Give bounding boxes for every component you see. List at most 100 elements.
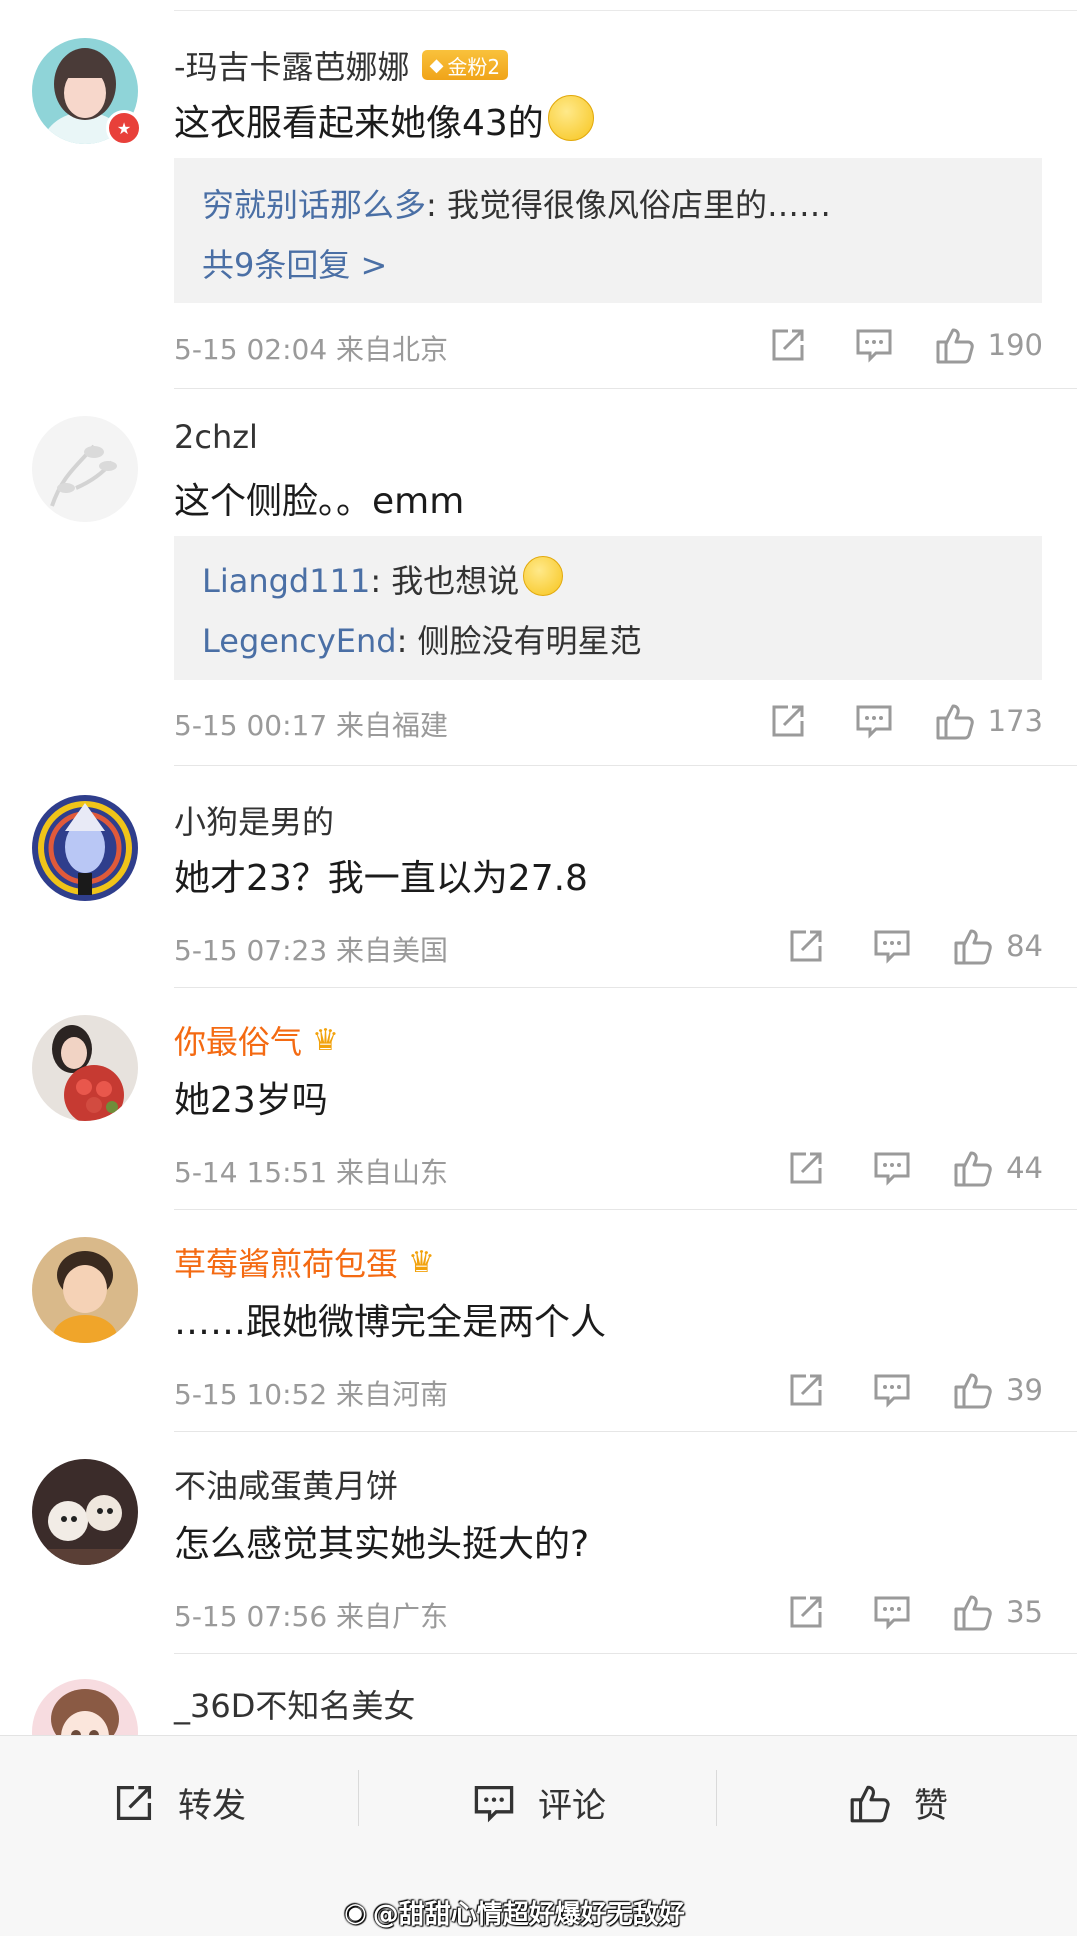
comment-button[interactable] xyxy=(872,1370,912,1410)
like-button[interactable]: 84 xyxy=(952,925,1043,967)
comment-divider xyxy=(174,1209,1077,1210)
repost-button[interactable] xyxy=(786,1370,826,1410)
comment-actions: 173 xyxy=(768,700,1043,742)
repost-button[interactable] xyxy=(786,1592,826,1632)
reply-user-link[interactable]: 穷就别话那么多 xyxy=(202,186,426,224)
comment-list[interactable]: ★ -玛吉卡露芭娜娜 ◆ 金粉2 这衣服看起来她像43的 穷就别话那么多: 我觉得… xyxy=(0,0,1077,1735)
comment-meta: 5-15 07:23 来自美国 xyxy=(174,929,448,969)
repost-button[interactable] xyxy=(768,701,808,741)
commenter-name-text: 你最俗气 xyxy=(174,1023,303,1061)
commenter-name[interactable]: 不油咸蛋黄月饼 xyxy=(174,1461,398,1507)
reply-item[interactable]: 穷就别话那么多: 我觉得很像风俗店里的…… xyxy=(202,180,831,226)
comment-icon xyxy=(856,705,892,739)
share-icon xyxy=(116,1785,152,1820)
avatar[interactable] xyxy=(32,1237,138,1343)
thumbs-up-icon xyxy=(954,929,992,965)
comment-icon xyxy=(874,1596,910,1630)
comment-button[interactable] xyxy=(872,1148,912,1188)
like-button[interactable]: 173 xyxy=(934,700,1043,742)
more-replies-link[interactable]: 共9条回复 > xyxy=(202,240,387,286)
reply-text: : 侧脸没有明星范 xyxy=(396,622,642,660)
repost-button[interactable] xyxy=(786,1148,826,1188)
commenter-name-text: -玛吉卡露芭娜娜 xyxy=(174,48,410,86)
comment-meta: 5-15 02:04 来自北京 xyxy=(174,328,448,368)
commenter-name-text: 不油咸蛋黄月饼 xyxy=(174,1467,399,1505)
thumbs-up-icon xyxy=(954,1595,992,1631)
comment-actions: 190 xyxy=(768,324,1043,366)
reply-item[interactable]: LegencyEnd: 侧脸没有明星范 xyxy=(202,616,642,662)
comment-actions: 84 xyxy=(786,925,1043,967)
commenter-name[interactable]: 草莓酱煎荷包蛋 ♛ xyxy=(174,1239,435,1285)
avatar[interactable] xyxy=(32,1015,138,1121)
comment-icon xyxy=(474,1785,514,1822)
commenter-name-text: _36D不知名美女 xyxy=(174,1687,416,1725)
comment-text-content: 这个侧脸。。emm xyxy=(174,481,465,522)
share-icon xyxy=(790,930,822,962)
reply-user-link[interactable]: LegencyEnd xyxy=(202,622,397,660)
crown-icon: ♛ xyxy=(408,1244,435,1280)
comment-location: 来自河南 xyxy=(336,1378,449,1411)
comment-time: 5-15 02:04 xyxy=(174,333,328,366)
thumbs-up-icon xyxy=(954,1151,992,1187)
repost-label: 转发 xyxy=(178,1786,246,1826)
commenter-name[interactable]: _36D不知名美女 xyxy=(174,1681,415,1727)
repost-button[interactable] xyxy=(786,926,826,966)
comment-actions: 44 xyxy=(786,1147,1043,1189)
avatar[interactable] xyxy=(32,416,138,522)
reply-user-link[interactable]: Liangd111 xyxy=(202,562,370,600)
comment-text: 这衣服看起来她像43的 xyxy=(174,94,594,146)
reply-item[interactable]: Liangd111: 我也想说 xyxy=(202,556,564,602)
commenter-name-text: 草莓酱煎荷包蛋 xyxy=(174,1245,399,1283)
comment-text-content: 怎么感觉其实她头挺大的? xyxy=(174,1524,590,1565)
comment-label: 评论 xyxy=(538,1786,606,1826)
comment-icon xyxy=(874,1152,910,1186)
commenter-name[interactable]: 你最俗气 ♛ xyxy=(174,1017,339,1063)
comment-button[interactable] xyxy=(872,1592,912,1632)
reply-text: : 我也想说 xyxy=(370,562,520,600)
comment-toolbar-button[interactable]: 评论 xyxy=(472,1778,606,1827)
comment-button[interactable] xyxy=(854,701,894,741)
commenter-name[interactable]: 2chzl xyxy=(174,418,258,456)
commenter-name-text: 小狗是男的 xyxy=(174,803,335,841)
repost-button[interactable] xyxy=(768,325,808,365)
share-icon xyxy=(790,1596,822,1628)
like-count: 84 xyxy=(1006,929,1043,963)
comment-text: ……跟她微博完全是两个人 xyxy=(174,1293,606,1345)
like-button[interactable]: 35 xyxy=(952,1591,1043,1633)
watermark-text: @甜甜心情超好爆好无敌好 xyxy=(372,1900,685,1930)
like-button[interactable]: 190 xyxy=(934,324,1043,366)
like-count: 190 xyxy=(987,328,1043,362)
comment-text: 她才23？我一直以为27.8 xyxy=(174,849,588,901)
crown-icon: ♛ xyxy=(312,1022,339,1058)
like-count: 35 xyxy=(1006,1595,1043,1629)
comment-actions: 35 xyxy=(786,1591,1043,1633)
comment-location: 来自广东 xyxy=(336,1600,449,1633)
share-icon xyxy=(790,1152,822,1184)
commenter-name[interactable]: 小狗是男的 xyxy=(174,797,334,843)
comment-text: 怎么感觉其实她头挺大的? xyxy=(174,1515,589,1567)
toolbar-divider xyxy=(716,1770,717,1826)
verified-badge-icon: ★ xyxy=(106,110,142,146)
comment-time: 5-15 10:52 xyxy=(174,1378,328,1411)
comment-divider xyxy=(174,765,1077,766)
share-icon xyxy=(790,1374,822,1406)
like-button[interactable]: 44 xyxy=(952,1147,1043,1189)
like-label: 赞 xyxy=(914,1786,948,1826)
comment-text-content: 这衣服看起来她像43的 xyxy=(174,103,544,144)
comment-meta: 5-14 15:51 来自山东 xyxy=(174,1151,448,1191)
avatar[interactable] xyxy=(32,795,138,901)
like-button[interactable]: 39 xyxy=(952,1369,1043,1411)
commenter-name[interactable]: -玛吉卡露芭娜娜 ◆ 金粉2 xyxy=(174,42,509,88)
like-toolbar-button[interactable]: 赞 xyxy=(848,1778,948,1827)
reply-text: : 我觉得很像风俗店里的…… xyxy=(426,186,831,224)
comment-location: 来自福建 xyxy=(336,709,449,742)
repost-toolbar-button[interactable]: 转发 xyxy=(112,1778,246,1827)
reply-box[interactable]: 穷就别话那么多: 我觉得很像风俗店里的…… 共9条回复 > xyxy=(174,158,1042,303)
comment-button[interactable] xyxy=(872,926,912,966)
avatar[interactable] xyxy=(32,1459,138,1565)
reply-box[interactable]: Liangd111: 我也想说 LegencyEnd: 侧脸没有明星范 xyxy=(174,536,1042,680)
comment-text: 她23岁吗 xyxy=(174,1071,328,1123)
share-icon xyxy=(772,705,804,737)
avatar[interactable] xyxy=(32,1679,138,1735)
comment-button[interactable] xyxy=(854,325,894,365)
